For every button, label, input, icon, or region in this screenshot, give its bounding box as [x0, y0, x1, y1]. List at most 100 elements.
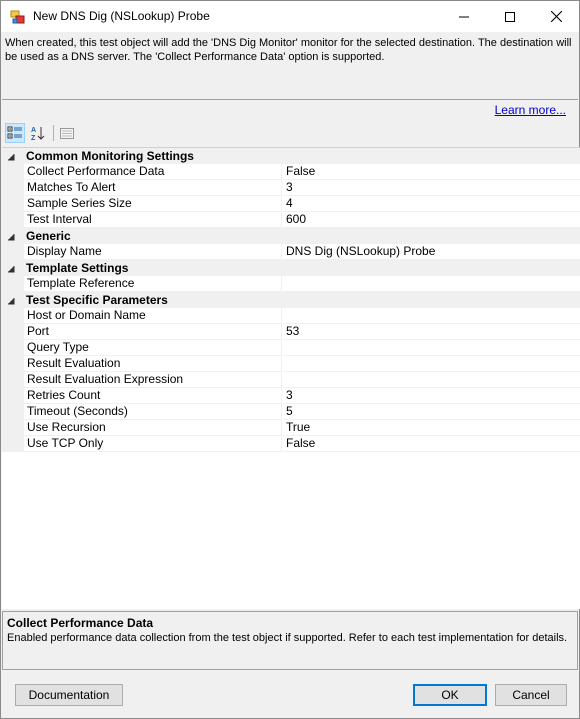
property-pages-icon: [60, 128, 74, 139]
property-value[interactable]: 53: [283, 324, 580, 340]
collapse-icon[interactable]: [6, 231, 16, 241]
property-name[interactable]: Query Type: [24, 340, 282, 356]
help-panel: Collect Performance Data Enabled perform…: [2, 611, 578, 670]
property-name[interactable]: Host or Domain Name: [24, 308, 282, 324]
row-gutter: [2, 196, 24, 212]
maximize-icon: [505, 11, 515, 22]
category-row[interactable]: Test Specific Parameters: [2, 292, 580, 308]
toolbar-separator: [53, 125, 54, 141]
title-bar[interactable]: New DNS Dig (NSLookup) Probe: [1, 1, 579, 32]
svg-text:Z: Z: [31, 135, 36, 141]
row-gutter: [2, 420, 24, 436]
property-row[interactable]: Retries Count 3: [2, 388, 580, 404]
property-row[interactable]: Template Reference: [2, 276, 580, 292]
collapse-icon[interactable]: [6, 263, 16, 273]
documentation-button[interactable]: Documentation: [15, 684, 123, 706]
property-name[interactable]: Timeout (Seconds): [24, 404, 282, 420]
row-gutter: [2, 324, 24, 340]
property-value[interactable]: False: [283, 164, 580, 180]
row-gutter: [2, 244, 24, 260]
property-name[interactable]: Matches To Alert: [24, 180, 282, 196]
property-grid-rows: Common Monitoring Settings Collect Perfo…: [2, 148, 580, 452]
row-gutter: [2, 404, 24, 420]
property-value[interactable]: [283, 276, 580, 292]
row-gutter: [2, 180, 24, 196]
alphabetical-button[interactable]: A Z: [28, 123, 48, 143]
learn-more-link[interactable]: Learn more...: [495, 103, 566, 117]
category-label: Generic: [26, 229, 71, 243]
property-pages-button[interactable]: [57, 123, 77, 143]
category-row[interactable]: Common Monitoring Settings: [2, 148, 580, 164]
property-value[interactable]: 3: [283, 388, 580, 404]
property-row[interactable]: Use Recursion True: [2, 420, 580, 436]
property-value[interactable]: [283, 340, 580, 356]
property-value[interactable]: [283, 356, 580, 372]
property-name[interactable]: Result Evaluation Expression: [24, 372, 282, 388]
property-row[interactable]: Result Evaluation: [2, 356, 580, 372]
property-value[interactable]: DNS Dig (NSLookup) Probe: [283, 244, 580, 260]
minimize-icon: [459, 16, 469, 17]
row-gutter: [2, 356, 24, 372]
property-name[interactable]: Result Evaluation: [24, 356, 282, 372]
svg-text:A: A: [31, 127, 36, 134]
cancel-button[interactable]: Cancel: [495, 684, 567, 706]
category-label: Template Settings: [26, 261, 129, 275]
property-value[interactable]: False: [283, 436, 580, 452]
link-row: Learn more...: [2, 100, 578, 120]
property-row[interactable]: Test Interval 600: [2, 212, 580, 228]
category-label: Test Specific Parameters: [26, 293, 168, 307]
row-gutter: [2, 388, 24, 404]
property-row[interactable]: Timeout (Seconds) 5: [2, 404, 580, 420]
help-text: Enabled performance data collection from…: [7, 632, 568, 644]
property-row[interactable]: Collect Performance Data False: [2, 164, 580, 180]
window-title: New DNS Dig (NSLookup) Probe: [33, 9, 210, 23]
help-title: Collect Performance Data: [7, 616, 154, 630]
property-name[interactable]: Template Reference: [24, 276, 282, 292]
property-name[interactable]: Sample Series Size: [24, 196, 282, 212]
property-value[interactable]: 600: [283, 212, 580, 228]
property-name[interactable]: Port: [24, 324, 282, 340]
ok-button[interactable]: OK: [413, 684, 487, 706]
property-name[interactable]: Test Interval: [24, 212, 282, 228]
property-row[interactable]: Port 53: [2, 324, 580, 340]
row-gutter: [2, 372, 24, 388]
categorized-view-icon: [7, 126, 22, 139]
row-gutter: [2, 276, 24, 292]
category-row[interactable]: Template Settings: [2, 260, 580, 276]
property-value[interactable]: 3: [283, 180, 580, 196]
dialog-window: New DNS Dig (NSLookup) Probe When create…: [0, 0, 580, 719]
property-row[interactable]: Matches To Alert 3: [2, 180, 580, 196]
app-icon: [10, 9, 26, 25]
property-name[interactable]: Retries Count: [24, 388, 282, 404]
property-row[interactable]: Use TCP Only False: [2, 436, 580, 452]
property-value[interactable]: 4: [283, 196, 580, 212]
close-button[interactable]: [533, 1, 579, 32]
row-gutter: [2, 308, 24, 324]
categorized-button[interactable]: [5, 123, 25, 143]
collapse-icon[interactable]: [6, 295, 16, 305]
property-row[interactable]: Display Name DNS Dig (NSLookup) Probe: [2, 244, 580, 260]
property-row[interactable]: Sample Series Size 4: [2, 196, 580, 212]
property-grid[interactable]: Common Monitoring Settings Collect Perfo…: [2, 147, 580, 609]
property-value[interactable]: True: [283, 420, 580, 436]
category-label: Common Monitoring Settings: [26, 149, 194, 163]
property-toolbar: A Z: [2, 121, 578, 145]
maximize-button[interactable]: [487, 1, 533, 32]
property-name[interactable]: Use Recursion: [24, 420, 282, 436]
category-row[interactable]: Generic: [2, 228, 580, 244]
property-name[interactable]: Collect Performance Data: [24, 164, 282, 180]
sort-az-icon: A Z: [31, 127, 45, 141]
minimize-button[interactable]: [441, 1, 487, 32]
property-value[interactable]: 5: [283, 404, 580, 420]
property-row[interactable]: Host or Domain Name: [2, 308, 580, 324]
property-value[interactable]: [283, 308, 580, 324]
property-row[interactable]: Query Type: [2, 340, 580, 356]
row-gutter: [2, 340, 24, 356]
property-name[interactable]: Display Name: [24, 244, 282, 260]
property-value[interactable]: [283, 372, 580, 388]
row-gutter: [2, 212, 24, 228]
collapse-icon[interactable]: [6, 151, 16, 161]
property-name[interactable]: Use TCP Only: [24, 436, 282, 452]
property-row[interactable]: Result Evaluation Expression: [2, 372, 580, 388]
row-gutter: [2, 436, 24, 452]
